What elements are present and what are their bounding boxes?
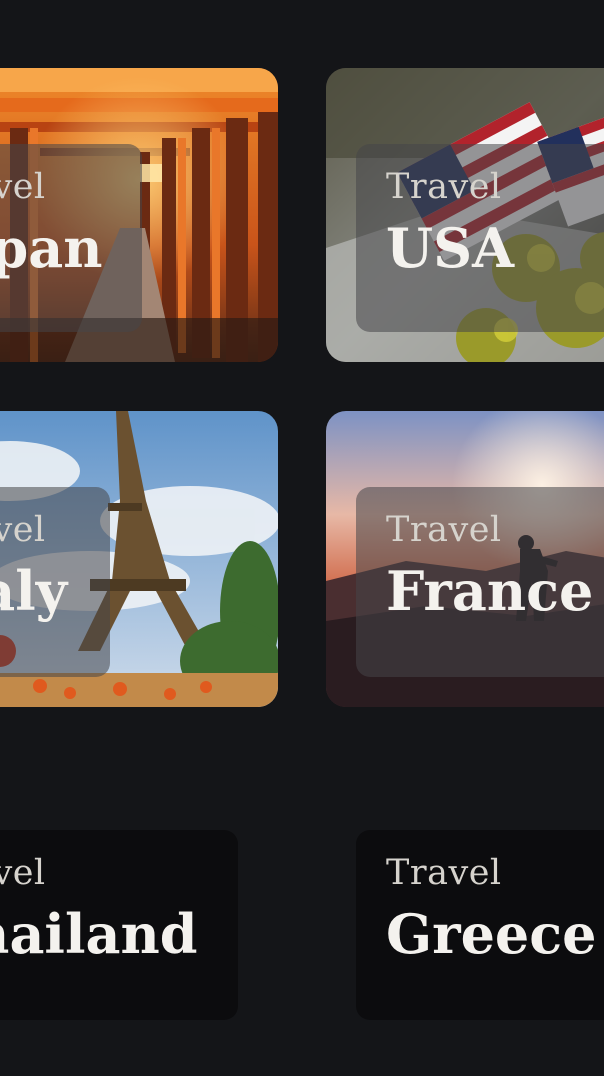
destination-card-usa[interactable]: Travel USA: [326, 68, 604, 362]
france-small-label: Travel: [386, 510, 502, 550]
italy-name: Italy: [0, 559, 68, 623]
japan-label-box: Travel Japan: [0, 144, 142, 332]
destination-grid: Travel Japan: [0, 0, 604, 1076]
japan-name: Japan: [0, 216, 103, 280]
usa-name: USA: [386, 216, 514, 280]
usa-small-label: Travel: [386, 167, 502, 207]
italy-label-box: Travel Italy: [0, 487, 110, 677]
greece-name: Greece: [386, 902, 597, 966]
destination-card-italy[interactable]: Travel Italy: [0, 411, 278, 707]
usa-label-box: Travel USA: [356, 144, 604, 332]
italy-small-label: Travel: [0, 510, 46, 550]
destination-card-greece[interactable]: Travel Greece: [356, 830, 604, 1020]
destination-card-thailand[interactable]: Travel Thailand: [0, 830, 238, 1020]
france-name: France: [386, 559, 594, 623]
destination-card-japan[interactable]: Travel Japan: [0, 68, 278, 362]
thailand-name: Thailand: [0, 902, 198, 966]
destination-card-france[interactable]: Travel France: [326, 411, 604, 707]
thailand-small-label: Travel: [0, 853, 46, 893]
japan-small-label: Travel: [0, 167, 46, 207]
greece-small-label: Travel: [386, 853, 502, 893]
france-label-box: Travel France: [356, 487, 604, 677]
